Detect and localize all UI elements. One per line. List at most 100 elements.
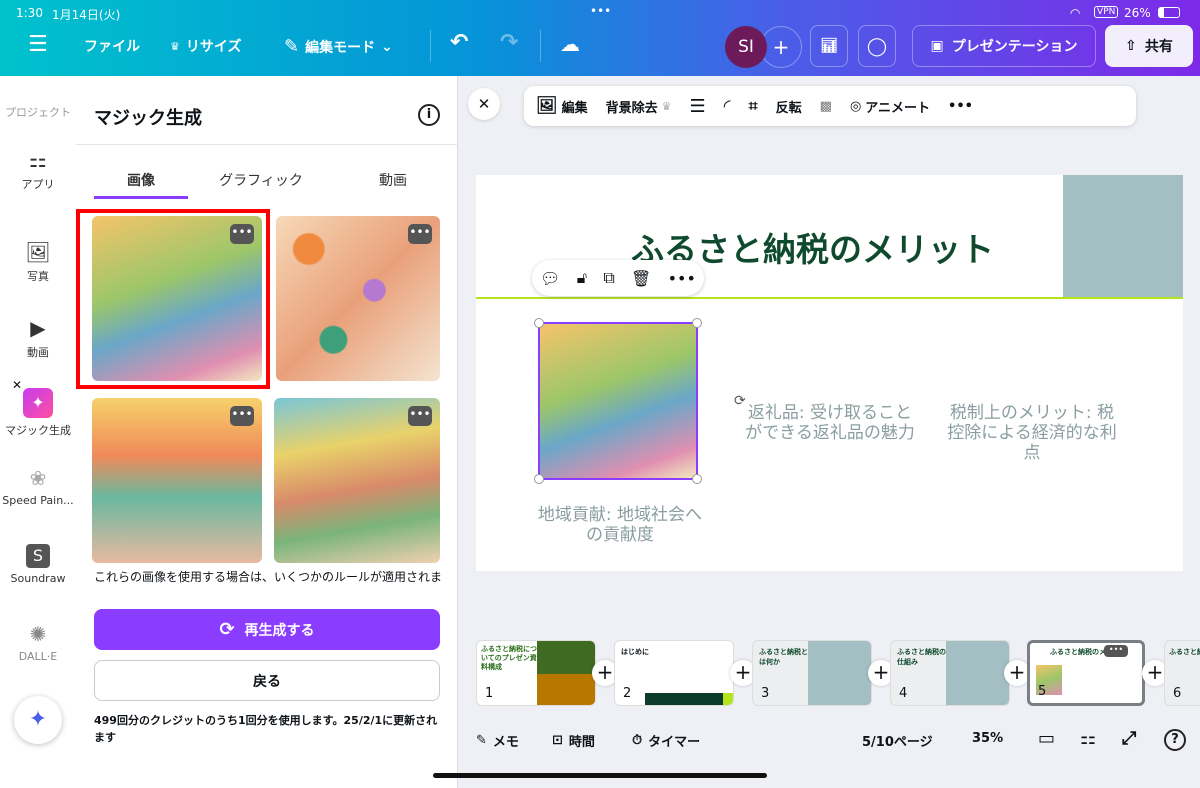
page-thumb-2[interactable]: はじめに 2 xyxy=(614,640,734,706)
more-options-icon[interactable]: ••• xyxy=(230,406,254,426)
redo-icon[interactable]: ↷ xyxy=(500,30,518,55)
animate-label: アニメート xyxy=(865,100,931,116)
generated-image-2[interactable]: ••• xyxy=(276,216,440,381)
share-label: 共有 xyxy=(1144,39,1173,55)
battery-icon xyxy=(1158,7,1180,18)
slide-accent-line xyxy=(476,297,1183,299)
transparency-icon[interactable]: ▩ xyxy=(820,99,832,114)
bg-remove-button[interactable]: 背景除去 ♛ xyxy=(606,97,672,116)
rail-item-photos[interactable]: 🖼︎ 写真 xyxy=(0,240,76,284)
credits-text: 499回分のクレジットのうち1回分を使用します。25/2/1に更新されます xyxy=(94,714,438,744)
bg-remove-label: 背景除去 xyxy=(605,100,658,116)
rail-item-magic-generate[interactable]: ✦ マジック生成 xyxy=(0,388,76,438)
magic-generate-panel: マジック生成 i 画像 グラフィック 動画 ••• ••• ••• ••• これ… xyxy=(76,76,458,788)
page-indicator[interactable]: 5/10ページ xyxy=(862,731,933,750)
thumb-title: ふるさと納税についてのプレゼン資料構成 xyxy=(481,645,537,671)
file-menu[interactable]: ファイル xyxy=(84,36,140,56)
rail-item-soundraw[interactable]: S Soundraw xyxy=(0,544,76,585)
timing-label: 時間 xyxy=(568,735,595,750)
notes-button[interactable]: ✎ メモ xyxy=(476,731,519,750)
slide-decor-block xyxy=(1063,175,1183,298)
edit-image-button[interactable]: 🖼︎ 編集 xyxy=(536,96,588,116)
rail-item-apps[interactable]: ⚏ アプリ xyxy=(0,148,76,192)
grid-view-icon[interactable]: ⚏ xyxy=(1080,728,1096,749)
page-view-icon[interactable]: ▭ xyxy=(1038,728,1055,749)
page-thumb-1[interactable]: ふるさと納税についてのプレゼン資料構成 1 xyxy=(476,640,596,706)
back-button[interactable]: 戻る xyxy=(94,660,440,701)
border-style-icon[interactable]: ☰ xyxy=(690,96,706,117)
rail-label: マジック生成 xyxy=(5,424,71,437)
page-thumb-6[interactable]: ふるさと納税のデメリットと注意点 6 xyxy=(1164,640,1200,706)
thumb-number: 6 xyxy=(1173,686,1182,701)
info-icon[interactable]: i xyxy=(418,104,440,126)
more-options-icon[interactable]: ••• xyxy=(408,406,432,426)
resize-handle[interactable] xyxy=(692,318,702,328)
generated-image-1[interactable]: ••• xyxy=(92,216,262,381)
more-options-icon[interactable]: ••• xyxy=(1104,645,1128,657)
magic-assistant-button[interactable]: ✦ xyxy=(14,696,62,744)
timer-button[interactable]: ⏱︎ タイマー xyxy=(632,731,700,750)
slide-text-2[interactable]: 返礼品: 受け取ることができる返礼品の魅力 xyxy=(744,403,916,443)
slide[interactable]: ふるさと納税のメリット ⟳ 地域貢献: 地域社会への貢献度 返礼品: 受け取るこ… xyxy=(476,175,1183,571)
thumb-title: ふるさと納税とは何か xyxy=(759,648,808,666)
duplicate-icon[interactable]: ⧉ xyxy=(603,268,614,288)
more-options-icon[interactable]: ••• xyxy=(408,224,432,244)
more-options-icon[interactable]: ••• xyxy=(230,224,254,244)
comment-icon: ◯ xyxy=(866,35,888,57)
wifi-icon: ◠ xyxy=(1070,6,1081,20)
resize-handle[interactable] xyxy=(534,474,544,484)
flip-button[interactable]: 反転 xyxy=(776,97,802,116)
tab-graphics[interactable]: グラフィック xyxy=(206,170,316,190)
regenerate-button[interactable]: ⟳ 再生成する xyxy=(94,609,440,650)
help-icon[interactable]: ? xyxy=(1164,729,1186,751)
generated-image-3[interactable]: ••• xyxy=(92,398,262,563)
animate-button[interactable]: ◎ アニメート xyxy=(850,97,930,116)
close-toolbar-button[interactable]: ✕ xyxy=(468,88,500,120)
rail-item-videos[interactable]: ▶ 動画 xyxy=(0,316,76,360)
resize-button[interactable]: ♛ リサイズ xyxy=(170,36,241,56)
edit-label: 編集 xyxy=(561,100,588,116)
delete-icon[interactable]: 🗑︎ xyxy=(631,269,651,288)
insights-button[interactable]: 📊︎ xyxy=(810,25,848,67)
slide-image-selected[interactable] xyxy=(534,318,702,484)
page-thumb-5-current[interactable]: ふるさと納税のメリット ••• 5 xyxy=(1027,640,1145,706)
multitask-dots-icon[interactable]: ••• xyxy=(590,4,611,18)
chevron-down-icon: ⌄ xyxy=(381,38,393,55)
present-button[interactable]: ▣ プレゼンテーション xyxy=(912,25,1096,67)
generated-image-4[interactable]: ••• xyxy=(274,398,440,563)
resize-handle[interactable] xyxy=(534,318,544,328)
tab-images[interactable]: 画像 xyxy=(86,170,196,190)
page-thumb-3[interactable]: ふるさと納税とは何か 3 xyxy=(752,640,872,706)
cloud-saved-icon[interactable]: ☁ xyxy=(560,32,580,56)
rail-label: DALL·E xyxy=(18,650,58,663)
avatar[interactable]: SI xyxy=(725,26,767,68)
tab-videos[interactable]: 動画 xyxy=(338,170,448,190)
menu-icon[interactable]: ☰ xyxy=(28,32,48,57)
status-date: 1月14日(火) xyxy=(52,8,121,22)
fullscreen-icon[interactable]: ⤢ xyxy=(1122,728,1136,749)
home-indicator[interactable] xyxy=(433,773,767,778)
undo-icon[interactable]: ↶ xyxy=(450,30,468,55)
rail-item-speed-paint[interactable]: ❀ Speed Pain... xyxy=(0,466,76,507)
slide-text-1[interactable]: 地域貢献: 地域社会への貢献度 xyxy=(534,505,706,545)
resize-handle[interactable] xyxy=(692,474,702,484)
thumb-number: 3 xyxy=(761,686,770,701)
add-comment-icon[interactable]: 💬︎ xyxy=(540,269,560,288)
video-icon: ▶ xyxy=(30,316,46,340)
rail-label: Speed Pain... xyxy=(2,494,74,507)
lock-icon[interactable]: 🔓︎ xyxy=(577,268,587,288)
page-thumb-4[interactable]: ふるさと納税の仕組み 4 xyxy=(890,640,1010,706)
rail-item-projects[interactable]: プロジェクト xyxy=(0,104,76,120)
zoom-level[interactable]: 35% xyxy=(972,731,1003,746)
more-icon[interactable]: ••• xyxy=(668,269,696,288)
share-button[interactable]: ⇧ 共有 xyxy=(1105,25,1193,67)
rail-item-dalle[interactable]: ✺ DALL·E xyxy=(0,622,76,663)
slide-text-3[interactable]: 税制上のメリット: 税控除による経済的な利点 xyxy=(944,403,1120,463)
corner-rounding-icon[interactable]: ◜ xyxy=(724,96,731,117)
more-icon[interactable]: ••• xyxy=(948,99,973,114)
edit-mode-label: 編集モード xyxy=(305,39,376,56)
comments-button[interactable]: ◯ xyxy=(858,25,896,67)
timing-button[interactable]: ⊡ 時間 xyxy=(552,731,595,750)
crop-icon[interactable]: ⌗ xyxy=(749,96,758,116)
edit-mode-dropdown[interactable]: ✎ 編集モード ⌄ xyxy=(284,36,393,57)
